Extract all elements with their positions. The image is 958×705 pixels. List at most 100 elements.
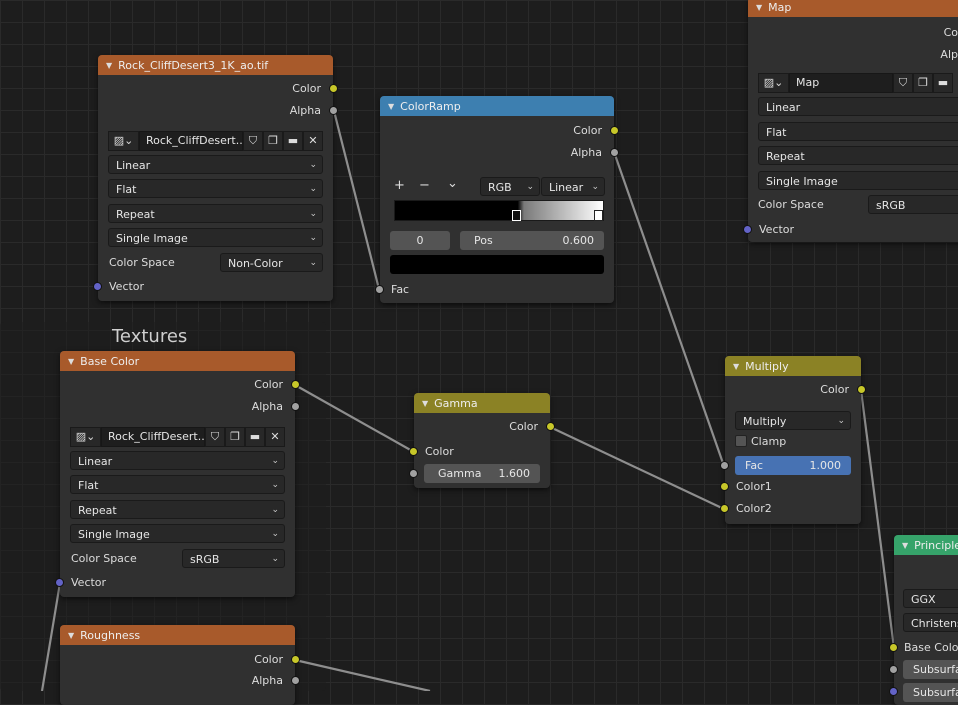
extension-dropdown[interactable]: Repeat ⌄ [108, 204, 323, 223]
remove-stop-icon[interactable]: − [419, 178, 430, 193]
output-socket-alpha[interactable] [329, 106, 338, 115]
input-socket-fac[interactable] [720, 461, 729, 470]
open-image-button[interactable]: ▬ [933, 73, 953, 93]
extension-dropdown[interactable]: Repeat ⌄ [70, 500, 285, 519]
unlink-image-button[interactable]: ✕ [265, 427, 285, 447]
subsurface-method-dropdown[interactable]: Christense [903, 613, 958, 632]
output-socket-alpha[interactable] [291, 676, 300, 685]
stop-index-field[interactable]: 0 [390, 231, 450, 250]
ramp-stop-handle-white[interactable] [594, 210, 603, 221]
collapse-triangle-icon[interactable]: ▼ [68, 631, 74, 640]
duplicate-image-button[interactable]: ❐ [225, 427, 245, 447]
source-dropdown[interactable]: Single Image [758, 171, 958, 190]
add-stop-icon[interactable]: + [394, 178, 405, 193]
input-socket-gamma[interactable] [409, 469, 418, 478]
output-socket-color[interactable] [857, 385, 866, 394]
duplicate-image-button[interactable]: ❐ [263, 131, 283, 151]
projection-dropdown[interactable]: Flat ⌄ [70, 475, 285, 494]
output-socket-color[interactable] [546, 422, 555, 431]
projection-dropdown[interactable]: Flat ⌄ [108, 179, 323, 198]
open-image-button[interactable]: ▬ [283, 131, 303, 151]
extension-dropdown[interactable]: Repeat [758, 146, 958, 165]
interpolation-dropdown[interactable]: Linear [758, 97, 958, 116]
color-space-dropdown[interactable]: Non-Color ⌄ [220, 253, 323, 272]
projection-dropdown[interactable]: Flat [758, 122, 958, 141]
output-socket-color[interactable] [291, 380, 300, 389]
image-icon: ▨⌄ [75, 430, 96, 443]
image-browse-button[interactable]: ▨⌄ [108, 131, 139, 151]
ramp-stop-handle-black[interactable] [512, 210, 521, 221]
color-space-dropdown[interactable]: sRGB [868, 195, 958, 214]
input-socket-subsurface[interactable] [889, 665, 898, 674]
node-header[interactable]: ▼ Base Color [60, 351, 295, 371]
ao-image-texture-node[interactable]: ▼ Rock_CliffDesert3_1K_ao.tif Color Alpha… [93, 55, 338, 301]
output-socket-color[interactable] [291, 655, 300, 664]
blend-type-dropdown[interactable]: Multiply ⌄ [735, 411, 851, 430]
distribution-dropdown[interactable]: GGX [903, 589, 958, 608]
input-socket-color[interactable] [409, 447, 418, 456]
node-header[interactable]: ▼ Roughness [60, 625, 295, 645]
interpolation-dropdown[interactable]: Linear ⌄ [70, 451, 285, 470]
duplicate-image-button[interactable]: ❐ [913, 73, 933, 93]
output-socket-alpha[interactable] [610, 148, 619, 157]
output-socket-color[interactable] [610, 126, 619, 135]
collapse-triangle-icon[interactable]: ▼ [422, 399, 428, 408]
input-socket-vector[interactable] [55, 578, 64, 587]
fake-user-button[interactable]: ⛉ [205, 427, 225, 447]
collapse-triangle-icon[interactable]: ▼ [68, 357, 74, 366]
input-socket-vector[interactable] [743, 225, 752, 234]
output-socket-alpha[interactable] [291, 402, 300, 411]
image-name-field[interactable]: Rock_CliffDesert... [101, 427, 205, 447]
node-header[interactable]: ▼ Multiply [725, 356, 861, 376]
gamma-value-field[interactable]: Gamma 1.600 [424, 464, 540, 483]
open-image-button[interactable]: ▬ [245, 427, 265, 447]
principled-bsdf-node[interactable]: ▼ Principle GGX Christense Base Color Sub… [889, 535, 958, 705]
node-header[interactable]: ▼ ColorRamp [380, 96, 614, 116]
stop-position-field[interactable]: Pos 0.600 [460, 231, 604, 250]
image-name-field[interactable]: Map [789, 73, 893, 93]
colorramp-node[interactable]: ▼ ColorRamp Color Alpha + − ⌄ RGB ⌄ Linear… [375, 96, 619, 303]
input-socket-base-color[interactable] [889, 643, 898, 652]
source-dropdown[interactable]: Single Image ⌄ [108, 228, 323, 247]
subsurface-field[interactable]: Subsurfac [903, 660, 958, 679]
node-header[interactable]: ▼ Rock_CliffDesert3_1K_ao.tif [98, 55, 333, 75]
gamma-node[interactable]: ▼ Gamma Color Color Gamma 1.600 [409, 393, 555, 488]
image-name-field[interactable]: Rock_CliffDesert... [139, 131, 243, 151]
interpolation-dropdown[interactable]: Linear ⌄ [108, 155, 323, 174]
color-space-dropdown[interactable]: sRGB ⌄ [182, 549, 285, 568]
map-image-texture-node[interactable]: ▼ Map Co Alp ▨⌄ Map ⛉ ❐ ▬ Linear Flat Rep… [743, 0, 958, 242]
base-color-image-texture-node[interactable]: ▼ Base Color Color Alpha ▨⌄ Rock_CliffDes… [55, 351, 300, 597]
fac-value-field[interactable]: Fac 1.000 [735, 456, 851, 475]
collapse-triangle-icon[interactable]: ▼ [106, 61, 112, 70]
node-header[interactable]: ▼ Gamma [414, 393, 550, 413]
node-title: Rock_CliffDesert3_1K_ao.tif [118, 58, 269, 72]
output-label-alpha: Alpha [289, 104, 321, 117]
color-ramp-bar[interactable] [394, 200, 604, 221]
collapse-triangle-icon[interactable]: ▼ [902, 541, 908, 550]
node-header[interactable]: ▼ Principle [894, 535, 958, 555]
unlink-image-button[interactable]: ✕ [303, 131, 323, 151]
source-dropdown[interactable]: Single Image ⌄ [70, 524, 285, 543]
collapse-triangle-icon[interactable]: ▼ [388, 102, 394, 111]
collapse-triangle-icon[interactable]: ▼ [756, 3, 762, 12]
input-socket-vector[interactable] [93, 282, 102, 291]
input-socket-color2[interactable] [720, 504, 729, 513]
clamp-checkbox[interactable] [735, 435, 747, 447]
subsurface-radius-field[interactable]: Subsurfac [903, 683, 958, 702]
collapse-triangle-icon[interactable]: ▼ [733, 362, 739, 371]
image-browse-button[interactable]: ▨⌄ [70, 427, 101, 447]
input-socket-color1[interactable] [720, 482, 729, 491]
ramp-menu-icon[interactable]: ⌄ [447, 176, 458, 191]
color-mode-dropdown[interactable]: RGB ⌄ [480, 177, 540, 196]
output-socket-color[interactable] [329, 84, 338, 93]
stop-color-swatch[interactable] [390, 255, 604, 274]
fake-user-button[interactable]: ⛉ [893, 73, 913, 93]
image-browse-button[interactable]: ▨⌄ [758, 73, 789, 93]
multiply-mix-node[interactable]: ▼ Multiply Color Multiply ⌄ Clamp Fac 1.000… [720, 356, 866, 524]
input-socket-subsurface-radius[interactable] [889, 687, 898, 696]
roughness-image-texture-node[interactable]: ▼ Roughness Color Alpha [60, 625, 300, 705]
node-header[interactable]: ▼ Map [748, 0, 958, 17]
input-socket-fac[interactable] [375, 285, 384, 294]
fake-user-button[interactable]: ⛉ [243, 131, 263, 151]
ramp-interpolation-dropdown[interactable]: Linear ⌄ [541, 177, 605, 196]
